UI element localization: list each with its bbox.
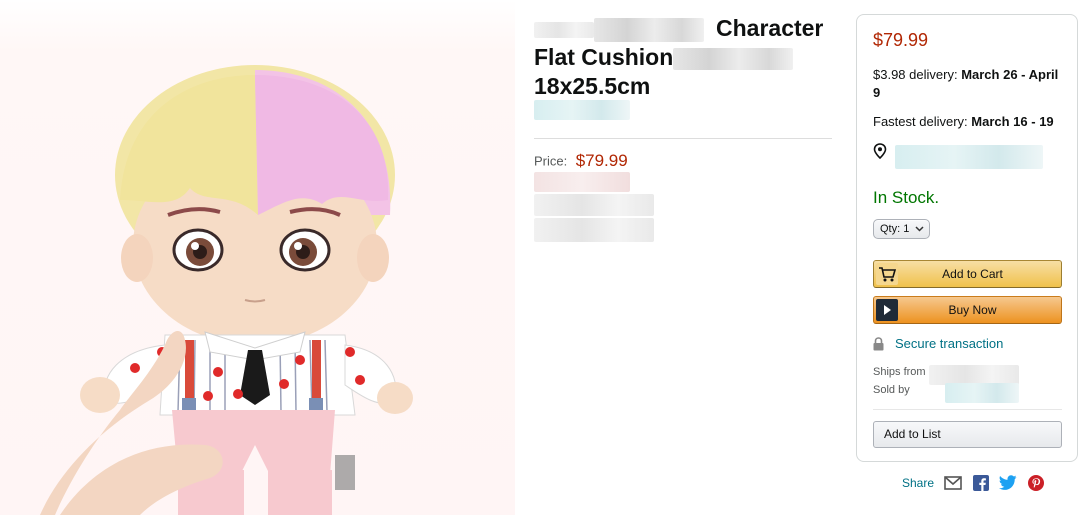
title-flat-cushion: Flat Cushion bbox=[534, 44, 674, 70]
price-value: $79.99 bbox=[575, 151, 628, 170]
buy-now-label: Buy Now bbox=[948, 303, 997, 317]
cart-icon bbox=[876, 263, 898, 285]
ships-sold-info: Ships from Sold by bbox=[873, 363, 926, 399]
quantity-select[interactable]: Qty: 1 bbox=[873, 219, 931, 239]
stock-status: In Stock. bbox=[873, 188, 940, 207]
pinterest-icon[interactable] bbox=[1027, 474, 1044, 491]
facebook-icon[interactable] bbox=[972, 474, 989, 491]
redacted-text bbox=[534, 194, 654, 216]
title-divider bbox=[534, 138, 832, 139]
redacted-seller bbox=[929, 365, 1019, 403]
title-line-1: Character bbox=[534, 14, 834, 43]
add-to-list-button[interactable]: Add to List bbox=[873, 421, 1062, 448]
price-label: Price: bbox=[534, 153, 568, 169]
redacted-text bbox=[534, 21, 594, 38]
secure-transaction-label: Secure transaction bbox=[895, 336, 1004, 351]
redacted-text bbox=[945, 383, 1019, 403]
fastest-dates: March 16 - 19 bbox=[971, 114, 1054, 129]
twitter-icon[interactable] bbox=[999, 475, 1017, 491]
add-to-cart-button[interactable]: Add to Cart bbox=[873, 260, 1062, 288]
plush-doll-image bbox=[40, 65, 413, 515]
title-line-2: Flat Cushion bbox=[534, 43, 834, 72]
share-row: Share bbox=[902, 474, 1044, 492]
delivery-prefix: $3.98 delivery: bbox=[873, 67, 958, 82]
product-image[interactable] bbox=[0, 0, 515, 515]
chevron-down-icon bbox=[915, 226, 924, 232]
buy-box-divider bbox=[873, 409, 1062, 410]
redacted-location bbox=[895, 145, 1043, 169]
title-size: 18x25.5cm bbox=[534, 73, 651, 99]
buy-box-price: $79.99 bbox=[873, 30, 929, 50]
share-label: Share bbox=[902, 475, 935, 490]
product-details: Character Flat Cushion 18x25.5cm Price: … bbox=[534, 0, 834, 515]
redacted-text bbox=[929, 365, 1019, 385]
redacted-text bbox=[594, 17, 704, 42]
product-title[interactable]: Character Flat Cushion 18x25.5cm bbox=[534, 14, 834, 101]
play-icon bbox=[876, 299, 898, 321]
add-to-cart-label: Add to Cart bbox=[942, 267, 1003, 281]
fastest-delivery: Fastest delivery: March 16 - 19 bbox=[873, 114, 1054, 129]
redacted-text bbox=[534, 172, 630, 192]
fastest-prefix: Fastest delivery: bbox=[873, 114, 968, 129]
delivery-info: $3.98 delivery: March 26 - April 9 bbox=[873, 66, 1069, 102]
price-row: Price: $79.99 bbox=[534, 151, 628, 171]
title-line-3: 18x25.5cm bbox=[534, 72, 834, 101]
redacted-text bbox=[673, 47, 794, 70]
buy-now-button[interactable]: Buy Now bbox=[873, 296, 1062, 324]
email-icon[interactable] bbox=[944, 475, 963, 490]
sold-by-label: Sold by bbox=[873, 384, 910, 396]
qty-label: Qty: bbox=[880, 223, 901, 235]
ships-from-label: Ships from bbox=[873, 366, 926, 378]
title-character-word: Character bbox=[716, 15, 824, 41]
lock-icon bbox=[873, 337, 884, 351]
redacted-text bbox=[534, 218, 654, 242]
location-pin-icon bbox=[873, 143, 887, 159]
buy-box: $79.99 $3.98 delivery: March 26 - April … bbox=[856, 14, 1078, 462]
secure-transaction-link[interactable]: Secure transaction bbox=[873, 336, 1003, 351]
redacted-rating bbox=[534, 100, 630, 120]
qty-value: 1 bbox=[903, 223, 910, 235]
